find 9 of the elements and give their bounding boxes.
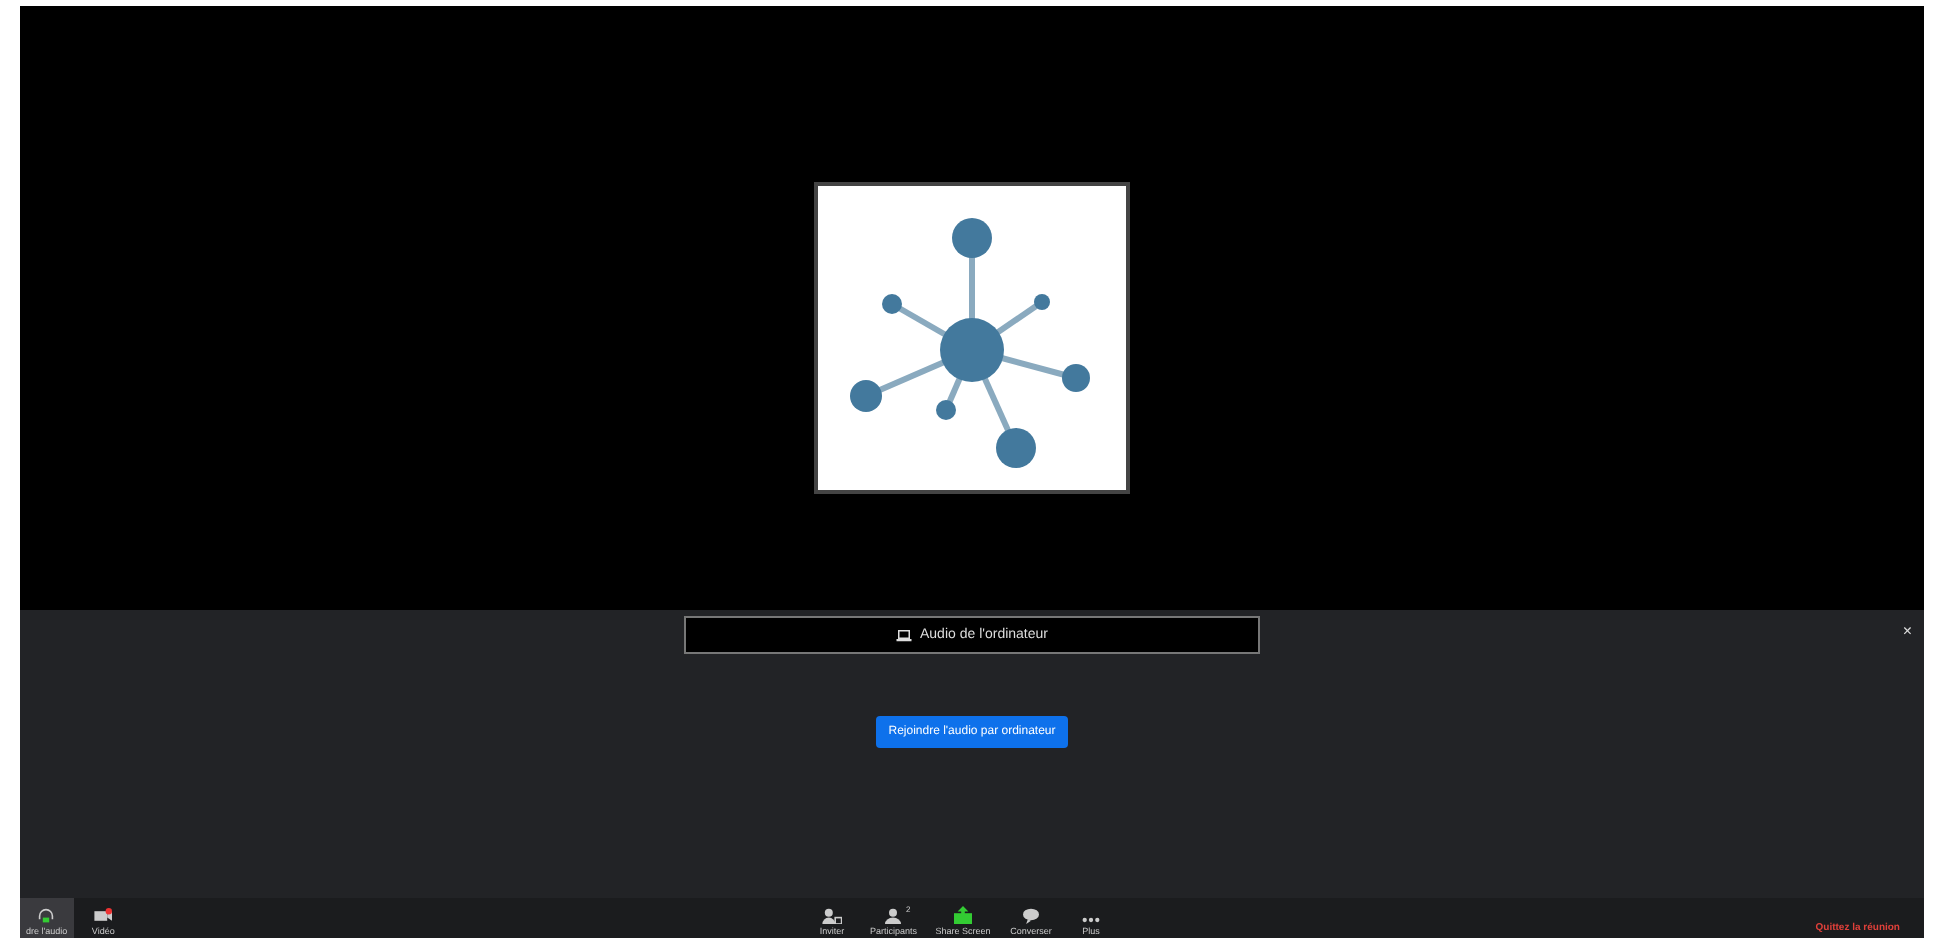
camera-icon [93,908,114,924]
people-icon [884,908,903,924]
more-icon [1082,916,1101,924]
share-screen-icon [954,906,973,924]
close-button[interactable]: × [1898,622,1916,640]
person-plus-icon [822,908,842,924]
laptop-icon [896,629,912,641]
speech-bubble-icon [1022,908,1041,924]
headphones-icon [38,908,55,924]
